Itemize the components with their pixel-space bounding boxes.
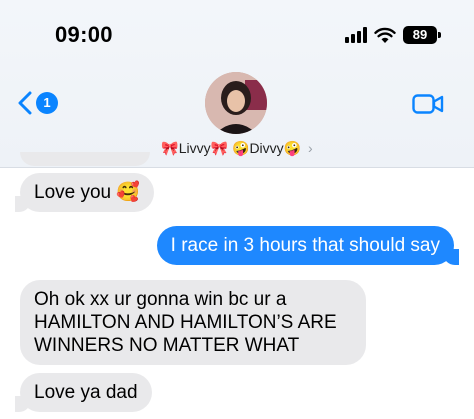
zany-face-emoji: 🤪 [232, 140, 250, 156]
message-received[interactable]: Love you 🥰 [14, 173, 155, 212]
conversation-header: 09:00 89 1 🎀Livvy🎀 🤪Divvy🤪 › [0, 0, 474, 168]
message-text: I race in 3 hours that should say [170, 235, 440, 256]
chevron-right-icon: › [308, 140, 313, 156]
contact-name-b: Divvy [249, 140, 284, 156]
status-time: 09:00 [55, 22, 113, 47]
message-text-line: HAMILTON AND HAMILTON’S ARE [34, 312, 337, 333]
zany-face-emoji: 🤪 [283, 140, 302, 156]
bow-emoji: 🎀 [161, 140, 179, 156]
message-text: Love you 🥰 [34, 182, 141, 203]
video-call-icon[interactable] [412, 94, 444, 114]
message-text-line: Oh ok xx ur gonna win bc ur a [34, 289, 287, 310]
message-received[interactable]: Oh ok xx ur gonna win bc ur a HAMILTON A… [20, 280, 366, 365]
back-chevron-icon [18, 91, 32, 115]
wifi-icon [374, 27, 396, 43]
message-sent[interactable]: I race in 3 hours that should say [156, 226, 460, 265]
bow-emoji: 🎀 [210, 140, 229, 156]
signal-icon [345, 27, 367, 43]
battery-icon: 89 [403, 26, 441, 44]
avatar-photo [205, 72, 267, 134]
status-icons: 89 [345, 22, 441, 48]
message-text-line: WINNERS NO MATTER WHAT [34, 335, 300, 356]
avatar[interactable] [205, 72, 267, 134]
unread-badge: 1 [36, 92, 58, 114]
previous-message-bubble [20, 152, 150, 166]
message-received[interactable]: Love ya dad [15, 373, 152, 412]
back-button[interactable]: 1 [18, 91, 58, 115]
contact-name-a: Livvy [178, 140, 211, 156]
message-text: Love ya dad [34, 382, 138, 403]
